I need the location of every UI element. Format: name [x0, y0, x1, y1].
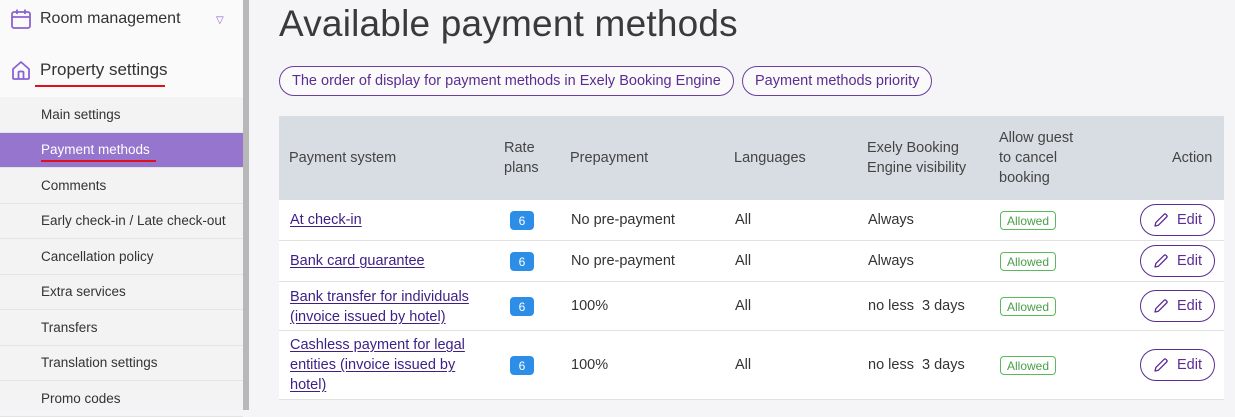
sidebar-item-label: Early check-in / Late check-out — [41, 213, 226, 229]
status-badge: Allowed — [1000, 252, 1057, 271]
table-row: Bank card guarantee 6 No pre-payment All… — [279, 241, 1224, 282]
edit-label: Edit — [1177, 298, 1202, 314]
sidebar-section-label: Property settings — [40, 60, 168, 79]
header-rate-plans: Rate plans — [504, 140, 539, 176]
sidebar-item-early-late[interactable]: Early check-in / Late check-out — [0, 204, 243, 239]
sidebar-item-label: Comments — [41, 177, 107, 193]
pencil-icon — [1154, 299, 1168, 313]
display-order-link[interactable]: The order of display for payment methods… — [279, 66, 734, 96]
rate-plans-badge: 6 — [510, 211, 534, 230]
header-action: Action — [1172, 150, 1213, 166]
sidebar-item-label: Extra services — [41, 284, 126, 300]
active-underline — [41, 159, 156, 162]
visibility-value: Always — [868, 253, 914, 269]
edit-button[interactable]: Edit — [1140, 349, 1215, 381]
rate-plans-badge: 6 — [510, 356, 534, 375]
sidebar-item-extra-services[interactable]: Extra services — [0, 275, 243, 310]
pencil-icon — [1154, 213, 1168, 227]
payment-system-link[interactable]: Cashless payment for legal entities (inv… — [290, 335, 480, 395]
page-title: Available payment methods — [279, 3, 738, 44]
prepayment-value: 100% — [571, 298, 609, 314]
edit-button[interactable]: Edit — [1140, 290, 1215, 322]
chevron-down-icon[interactable]: ▽ — [216, 15, 224, 26]
sidebar-submenu: Main settings Payment methods Comments E… — [0, 97, 243, 417]
sidebar-item-label: Main settings — [41, 106, 121, 122]
home-icon — [10, 59, 32, 81]
priority-link[interactable]: Payment methods priority — [742, 66, 933, 96]
table-row: Cashless payment for legal entities (inv… — [279, 331, 1224, 400]
languages-value: All — [735, 212, 752, 228]
sidebar-item-promo-codes[interactable]: Promo codes — [0, 381, 243, 417]
calendar-icon — [10, 8, 32, 30]
main-content: Available payment methods The order of d… — [250, 0, 1235, 410]
sidebar-item-transfers[interactable]: Transfers — [0, 310, 243, 346]
visibility-value: no less 3 days — [868, 298, 965, 314]
sidebar-item-comments[interactable]: Comments — [0, 168, 243, 204]
edit-button[interactable]: Edit — [1140, 245, 1215, 277]
sidebar-section-room-management[interactable]: Room management — [10, 8, 181, 30]
sidebar-item-label: Payment methods — [41, 142, 150, 158]
header-cancel: Allow guest to cancel booking — [999, 130, 1074, 186]
rate-plans-badge: 6 — [510, 252, 534, 271]
sidebar-item-label: Translation settings — [41, 355, 158, 371]
status-badge: Allowed — [1000, 297, 1057, 316]
edit-button[interactable]: Edit — [1140, 204, 1215, 236]
prepayment-value: 100% — [571, 357, 609, 373]
prepayment-value: No pre-payment — [571, 212, 675, 228]
sidebar-item-label: Cancellation policy — [41, 248, 154, 264]
visibility-value: no less 3 days — [868, 357, 965, 373]
payment-methods-table: Payment system Rate plans Prepayment Lan… — [279, 116, 1224, 400]
sidebar-section-property-settings[interactable]: Property settings — [10, 59, 168, 81]
sidebar-item-label: Promo codes — [41, 390, 121, 406]
payment-system-link[interactable]: Bank transfer for individuals (invoice i… — [290, 287, 490, 327]
languages-value: All — [735, 253, 752, 269]
rate-plans-badge: 6 — [510, 297, 534, 316]
languages-value: All — [735, 298, 752, 314]
status-badge: Allowed — [1000, 356, 1057, 375]
sidebar-item-cancellation-policy[interactable]: Cancellation policy — [0, 239, 243, 275]
prepayment-value: No pre-payment — [571, 253, 675, 269]
sidebar: Room management ▽ Property settings Main… — [0, 0, 250, 417]
sidebar-item-label: Transfers — [41, 319, 98, 335]
edit-label: Edit — [1177, 212, 1202, 228]
table-header: Payment system Rate plans Prepayment Lan… — [279, 116, 1224, 200]
status-badge: Allowed — [1000, 211, 1057, 230]
header-visibility: Exely Booking Engine visibility — [867, 140, 967, 176]
sidebar-item-translation-settings[interactable]: Translation settings — [0, 346, 243, 381]
header-languages: Languages — [734, 150, 806, 166]
payment-system-link[interactable]: At check-in — [290, 210, 362, 230]
visibility-value: Always — [868, 212, 914, 228]
edit-label: Edit — [1177, 253, 1202, 269]
sidebar-scrollbar[interactable] — [243, 0, 249, 410]
sidebar-item-payment-methods[interactable]: Payment methods — [0, 132, 243, 168]
header-prepayment: Prepayment — [570, 150, 649, 166]
languages-value: All — [735, 357, 752, 373]
sidebar-section-label: Room management — [40, 10, 181, 27]
pencil-icon — [1154, 358, 1168, 372]
pencil-icon — [1154, 254, 1168, 268]
table-row: At check-in 6 No pre-payment All Always … — [279, 200, 1224, 241]
edit-label: Edit — [1177, 357, 1202, 373]
header-payment-system: Payment system — [289, 150, 397, 166]
section-underline — [35, 85, 165, 87]
payment-system-link[interactable]: Bank card guarantee — [290, 251, 425, 271]
table-row: Bank transfer for individuals (invoice i… — [279, 282, 1224, 331]
sidebar-item-main-settings[interactable]: Main settings — [0, 97, 243, 133]
